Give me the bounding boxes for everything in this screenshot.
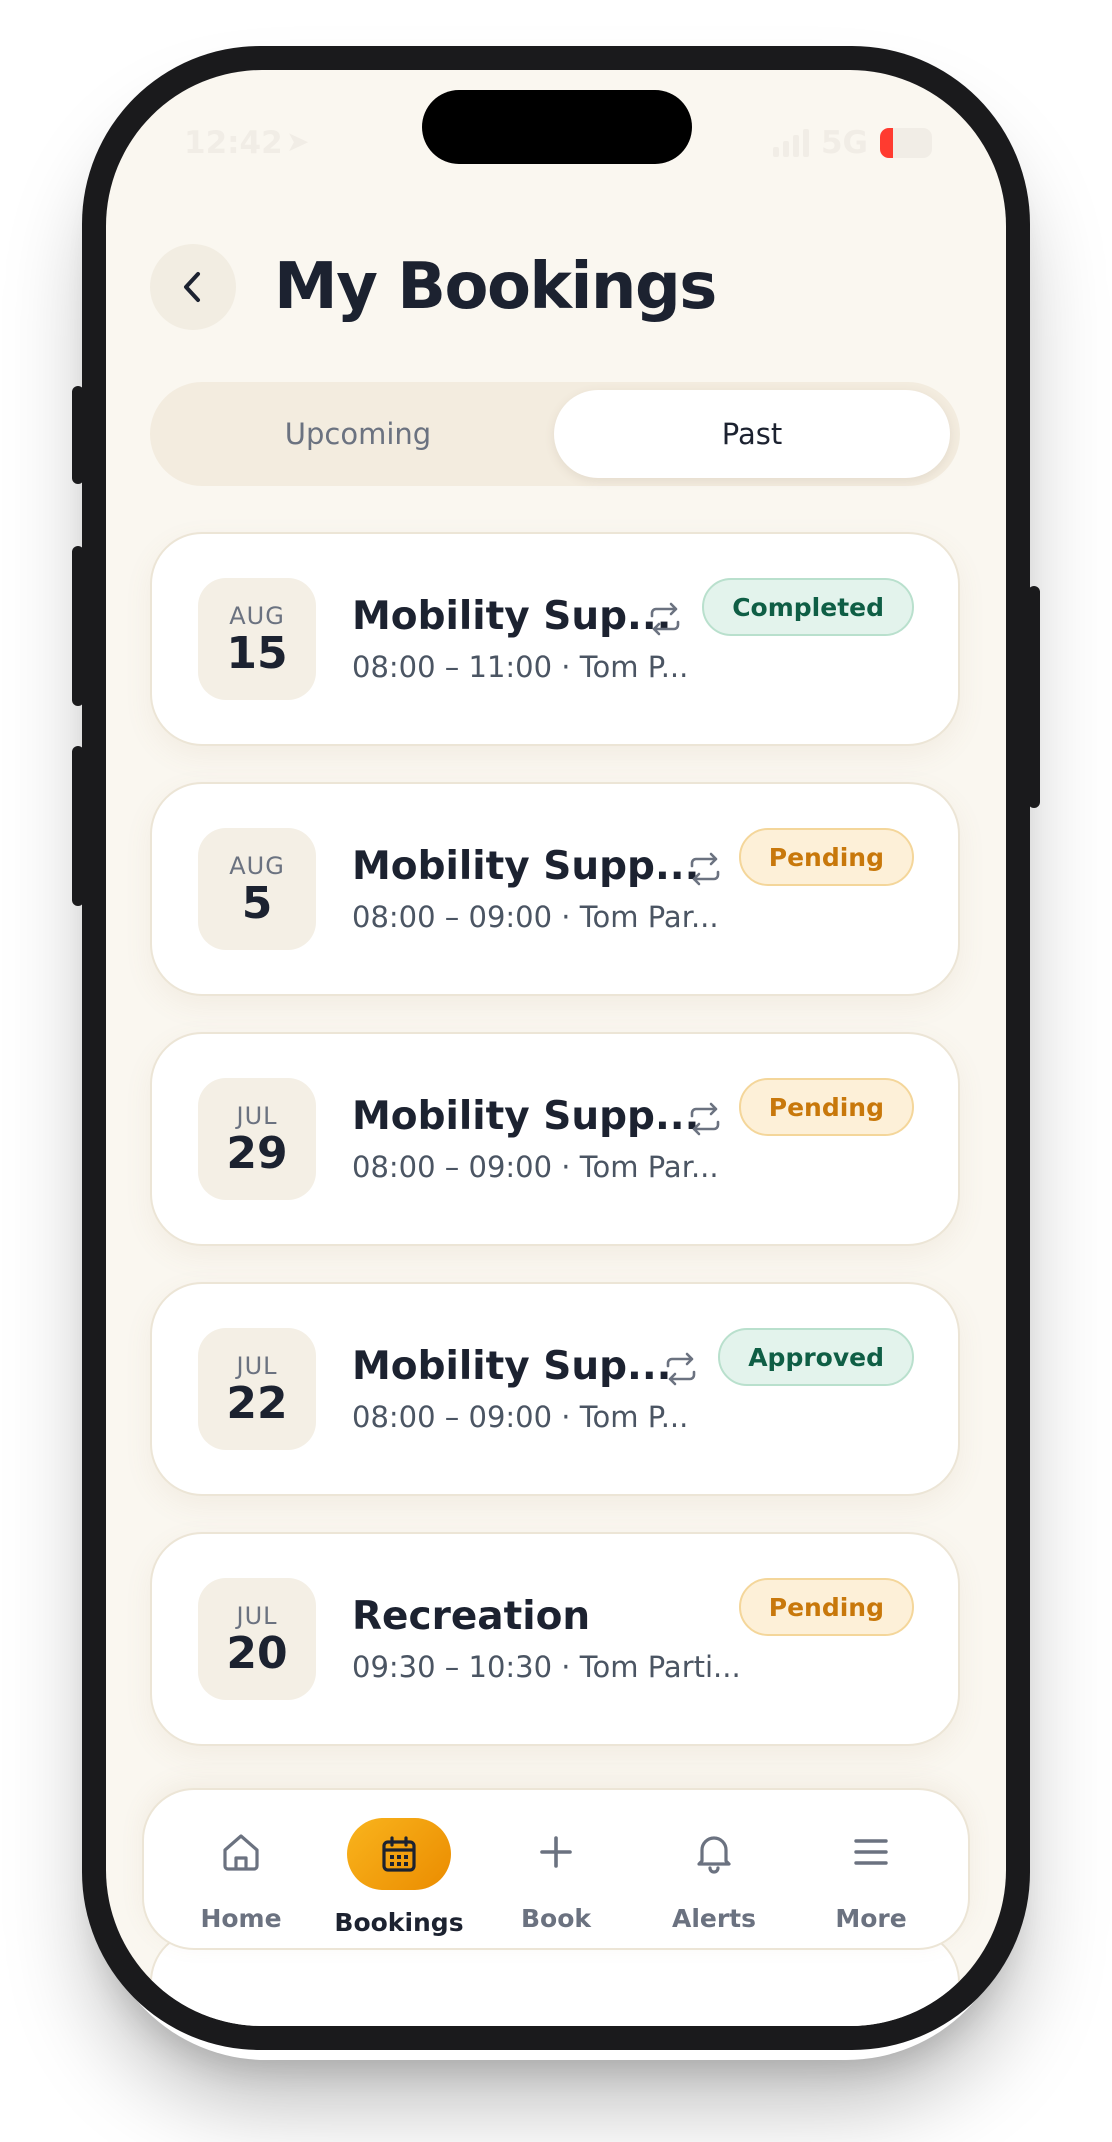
nav-more-label: More bbox=[835, 1904, 907, 1933]
action-button bbox=[72, 386, 84, 484]
nav-alerts[interactable]: Alerts bbox=[649, 1818, 779, 1933]
booking-card[interactable]: JUL 22 Mobility Sup... 08:00 – 09:00 · T… bbox=[150, 1282, 960, 1496]
booking-title: Mobility Sup... bbox=[352, 594, 672, 639]
nav-home-label: Home bbox=[200, 1904, 282, 1933]
booking-subtitle: 08:00 – 11:00 · Tom P... bbox=[352, 650, 689, 684]
date-box: AUG 15 bbox=[198, 578, 316, 700]
home-icon bbox=[219, 1818, 263, 1886]
signal-icon bbox=[772, 129, 809, 157]
booking-subtitle: 08:00 – 09:00 · Tom Par... bbox=[352, 900, 719, 934]
booking-card[interactable]: AUG 15 Mobility Sup... 08:00 – 11:00 · T… bbox=[150, 532, 960, 746]
repeat-icon bbox=[690, 1102, 720, 1136]
date-box: JUL 22 bbox=[198, 1328, 316, 1450]
chevron-left-icon bbox=[184, 272, 200, 302]
booking-card[interactable]: JUL 20 Recreation 09:30 – 10:30 · Tom Pa… bbox=[150, 1532, 960, 1746]
repeat-icon bbox=[690, 852, 720, 886]
tab-upcoming[interactable]: Upcoming bbox=[160, 390, 556, 478]
date-box: JUL 20 bbox=[198, 1578, 316, 1700]
power-button bbox=[1028, 586, 1040, 808]
status-right: 5G bbox=[772, 125, 932, 161]
date-box: AUG 5 bbox=[198, 828, 316, 950]
network-type: 5G bbox=[820, 125, 868, 161]
date-month: JUL bbox=[236, 1602, 278, 1630]
date-month: AUG bbox=[229, 852, 285, 880]
status-time: 12:42 bbox=[184, 125, 283, 161]
tab-segment-control: Upcoming Past bbox=[150, 382, 960, 486]
date-month: AUG bbox=[229, 602, 285, 630]
booking-title: Mobility Sup... bbox=[352, 1344, 672, 1389]
booking-title: Mobility Supp... bbox=[352, 1094, 700, 1139]
status-badge: Pending bbox=[738, 1078, 914, 1136]
date-box: JUL 29 bbox=[198, 1078, 316, 1200]
bottom-nav: Home Bookings Book Alerts More bbox=[142, 1788, 970, 1950]
page-header: My Bookings bbox=[150, 244, 717, 330]
status-badge: Pending bbox=[738, 828, 914, 886]
status-badge: Completed bbox=[702, 578, 914, 636]
date-day: 20 bbox=[226, 1628, 288, 1679]
nav-book[interactable]: Book bbox=[491, 1818, 621, 1933]
volume-up-button bbox=[72, 546, 84, 706]
menu-icon bbox=[851, 1818, 891, 1886]
battery-icon bbox=[880, 128, 932, 158]
status-badge: Approved bbox=[718, 1328, 914, 1386]
repeat-icon bbox=[650, 602, 680, 636]
repeat-icon bbox=[666, 1352, 696, 1386]
booking-title: Recreation bbox=[352, 1594, 591, 1639]
tab-past[interactable]: Past bbox=[554, 390, 950, 478]
dynamic-island bbox=[422, 90, 692, 164]
nav-home[interactable]: Home bbox=[176, 1818, 306, 1933]
booking-title: Mobility Supp... bbox=[352, 844, 700, 889]
nav-book-label: Book bbox=[520, 1904, 592, 1933]
nav-more[interactable]: More bbox=[806, 1818, 936, 1933]
location-arrow-icon: ➤ bbox=[286, 125, 310, 158]
date-day: 5 bbox=[241, 878, 273, 929]
nav-bookings-label: Bookings bbox=[334, 1908, 464, 1937]
calendar-icon bbox=[347, 1818, 451, 1890]
booking-subtitle: 09:30 – 10:30 · Tom Parti... bbox=[352, 1650, 741, 1684]
status-badge: Pending bbox=[738, 1578, 914, 1636]
volume-down-button bbox=[72, 746, 84, 906]
booking-card[interactable]: JUL 29 Mobility Supp... 08:00 – 09:00 · … bbox=[150, 1032, 960, 1246]
booking-subtitle: 08:00 – 09:00 · Tom P... bbox=[352, 1400, 689, 1434]
nav-alerts-label: Alerts bbox=[671, 1904, 757, 1933]
nav-bookings[interactable]: Bookings bbox=[334, 1818, 464, 1937]
plus-icon bbox=[536, 1818, 576, 1886]
booking-card[interactable]: AUG 5 Mobility Supp... 08:00 – 09:00 · T… bbox=[150, 782, 960, 996]
page-title: My Bookings bbox=[274, 250, 717, 324]
bell-icon bbox=[692, 1818, 736, 1886]
date-day: 29 bbox=[226, 1128, 288, 1179]
booking-subtitle: 08:00 – 09:00 · Tom Par... bbox=[352, 1150, 719, 1184]
date-month: JUL bbox=[236, 1352, 278, 1380]
app-screen: 12:42 ➤ 5G My Bookings Upcoming Past AUG bbox=[106, 70, 1006, 2026]
date-day: 15 bbox=[226, 628, 288, 679]
back-button[interactable] bbox=[150, 244, 236, 330]
date-day: 22 bbox=[226, 1378, 288, 1429]
date-month: JUL bbox=[236, 1102, 278, 1130]
